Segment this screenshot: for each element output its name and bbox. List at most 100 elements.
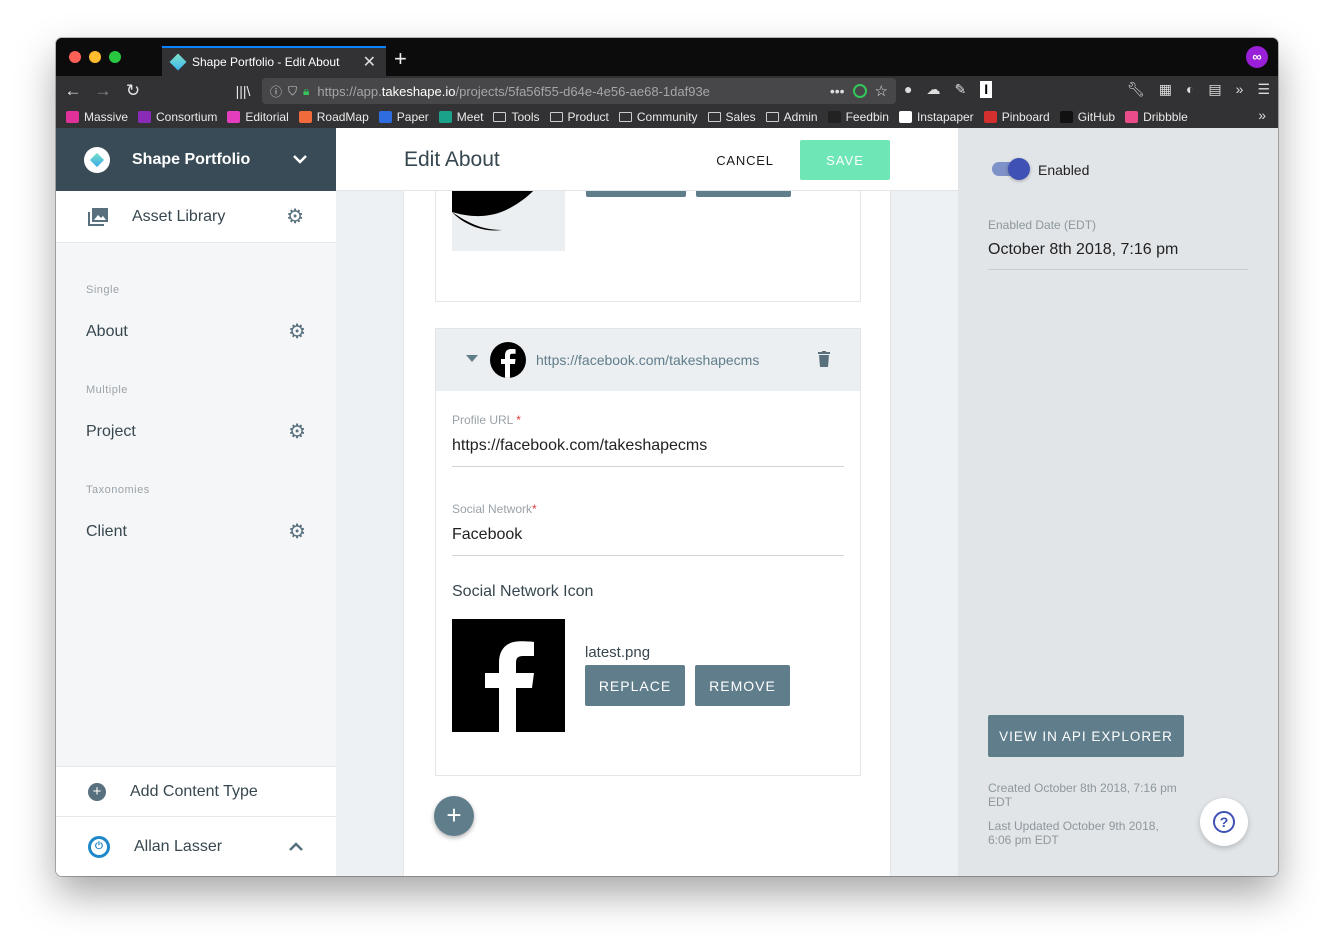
bookmarks-overflow-icon[interactable]: »	[1258, 107, 1266, 123]
bookmark-label: Instapaper	[916, 110, 974, 124]
user-name: Allan Lasser	[134, 837, 223, 855]
bookmark-favicon-icon	[1125, 111, 1139, 123]
library-icon[interactable]: |||\	[228, 83, 258, 99]
page-actions-icon[interactable]: •••	[830, 83, 845, 99]
new-tab-icon[interactable]: +	[394, 46, 407, 72]
add-content-type-button[interactable]: + Add Content Type	[56, 766, 336, 816]
bookmark-item[interactable]: Community	[618, 110, 698, 124]
cloud-icon[interactable]: ☁	[926, 81, 940, 98]
overflow-chevrons-icon[interactable]: »	[1236, 81, 1244, 98]
bookmark-favicon-icon	[298, 111, 312, 123]
gear-icon[interactable]: ⚙	[288, 322, 306, 342]
instapaper-icon[interactable]: I	[980, 81, 993, 98]
bookmark-star-icon[interactable]: ☆	[875, 82, 888, 100]
add-content-type-label: Add Content Type	[130, 782, 258, 800]
info-icon[interactable]: ⓘ	[270, 83, 282, 100]
bookmark-label: Product	[567, 110, 609, 124]
trash-icon[interactable]	[818, 351, 830, 367]
enabled-date-label: Enabled Date (EDT)	[988, 218, 1097, 232]
bookmark-item[interactable]: Paper	[378, 110, 429, 124]
gear-icon[interactable]: ⚙	[286, 207, 304, 227]
url-text[interactable]: https://app.takeshape.io/projects/5fa56f…	[317, 84, 823, 99]
private-mask-icon[interactable]: ∞	[1246, 46, 1268, 68]
social-link-card-twitter: REPLACE REMOVE	[435, 191, 861, 302]
bookmark-item[interactable]: RoadMap	[298, 110, 369, 124]
chevron-down-icon[interactable]	[292, 151, 308, 169]
section-label-taxonomies: Taxonomies	[86, 484, 150, 496]
browser-tab-active[interactable]: Shape Portfolio - Edit About ✕	[162, 46, 386, 76]
bookmark-item[interactable]: Sales	[707, 110, 756, 124]
close-tab-icon[interactable]: ✕	[363, 52, 376, 72]
bookmark-item[interactable]: Editorial	[227, 110, 289, 124]
minimize-window-button[interactable]	[89, 51, 101, 63]
pin-icon[interactable]: ✎	[954, 81, 966, 98]
bookmark-label: Dribbble	[1143, 110, 1188, 124]
enabled-toggle[interactable]	[992, 158, 1030, 180]
browser-window: Shape Portfolio - Edit About ✕ + ∞ ← → ↻…	[56, 38, 1278, 876]
section-label-multiple: Multiple	[86, 384, 128, 396]
social-network-select[interactable]: Facebook	[452, 526, 522, 544]
divider	[988, 269, 1248, 270]
facebook-thumbnail	[452, 619, 565, 732]
profile-url-input[interactable]: https://facebook.com/takeshapecms	[452, 437, 707, 455]
asset-library-label: Asset Library	[132, 207, 226, 225]
bookmark-item[interactable]: Feedbin	[827, 110, 889, 124]
bookmark-item[interactable]: Massive	[66, 110, 128, 124]
address-bar[interactable]: ⓘ ⛉ 🔒︎ https://app.takeshape.io/projects…	[262, 78, 896, 104]
bookmark-item[interactable]: Admin	[765, 110, 818, 124]
wrench-icon[interactable]: 🔧︎	[1127, 81, 1145, 98]
form-column[interactable]: REPLACE REMOVE https://facebook.com/take…	[403, 191, 891, 876]
help-button[interactable]: ?	[1200, 798, 1248, 846]
gear-icon[interactable]: ⚙	[288, 422, 306, 442]
chevron-up-icon[interactable]	[288, 841, 304, 852]
bookmark-item[interactable]: Pinboard	[983, 110, 1050, 124]
cancel-button[interactable]: CANCEL	[708, 144, 782, 176]
editor-topbar: Edit About CANCEL SAVE	[336, 128, 958, 191]
back-arrow-icon[interactable]: ←	[58, 81, 88, 101]
bookmark-item[interactable]: Meet	[438, 110, 483, 124]
enabled-date-input[interactable]: October 8th 2018, 7:16 pm	[988, 241, 1178, 259]
user-menu[interactable]: ⏻ Allan Lasser	[56, 816, 336, 876]
close-window-button[interactable]	[69, 51, 81, 63]
hamburger-menu-icon[interactable]: ☰	[1257, 81, 1270, 98]
sidebar-item-project[interactable]: Project ⚙	[86, 422, 306, 442]
sidebar-item-client[interactable]: Client ⚙	[86, 522, 306, 542]
save-button[interactable]: SAVE	[800, 140, 890, 180]
remove-button[interactable]: REMOVE	[695, 665, 790, 706]
tracking-shield-icon[interactable]: ⛉	[288, 84, 297, 99]
plus-circle-icon: +	[88, 782, 106, 801]
sidebar-item-about[interactable]: About ⚙	[86, 322, 306, 342]
sync-icon[interactable]: ◐	[1186, 81, 1194, 98]
bookmark-favicon-icon	[138, 111, 152, 123]
folder-icon	[765, 112, 779, 122]
sidebar: Shape Portfolio Asset Library ⚙ Single A…	[56, 128, 336, 876]
lock-icon: 🔒︎	[303, 83, 310, 98]
bookmark-label: Editorial	[245, 110, 289, 124]
card-header[interactable]: https://facebook.com/takeshapecms	[436, 329, 860, 391]
bookmark-item[interactable]: Consortium	[138, 110, 217, 124]
add-item-button[interactable]: +	[434, 796, 474, 836]
replace-button[interactable]: REPLACE	[586, 191, 686, 197]
extension-ring-icon[interactable]	[852, 84, 867, 98]
remove-button[interactable]: REMOVE	[696, 191, 791, 197]
replace-button[interactable]: REPLACE	[585, 665, 685, 706]
bookmark-item[interactable]: Instapaper	[898, 110, 974, 124]
note-icon[interactable]: ▤	[1208, 81, 1221, 98]
bookmark-item[interactable]: Product	[549, 110, 609, 124]
editor-main: REPLACE REMOVE https://facebook.com/take…	[336, 128, 958, 876]
zoom-window-button[interactable]	[109, 51, 121, 63]
bookmark-label: RoadMap	[316, 110, 369, 124]
project-switcher[interactable]: Shape Portfolio	[56, 128, 336, 191]
bookmark-item[interactable]: Tools	[493, 110, 540, 124]
collapse-caret-icon[interactable]	[466, 355, 478, 362]
grid-plus-icon[interactable]: ▦	[1159, 81, 1172, 98]
sidebar-item-asset-library[interactable]: Asset Library ⚙	[56, 191, 336, 243]
bookmark-item[interactable]: Dribbble	[1125, 110, 1188, 124]
forward-arrow-icon[interactable]: →	[88, 81, 118, 101]
view-in-api-explorer-button[interactable]: VIEW IN API EXPLORER	[988, 715, 1184, 757]
reload-icon[interactable]: ↻	[118, 81, 148, 101]
bookmark-item[interactable]: GitHub	[1059, 110, 1115, 124]
onepassword-icon[interactable]: ●	[904, 81, 912, 98]
gear-icon[interactable]: ⚙	[288, 522, 306, 542]
project-logo-icon	[84, 146, 110, 173]
